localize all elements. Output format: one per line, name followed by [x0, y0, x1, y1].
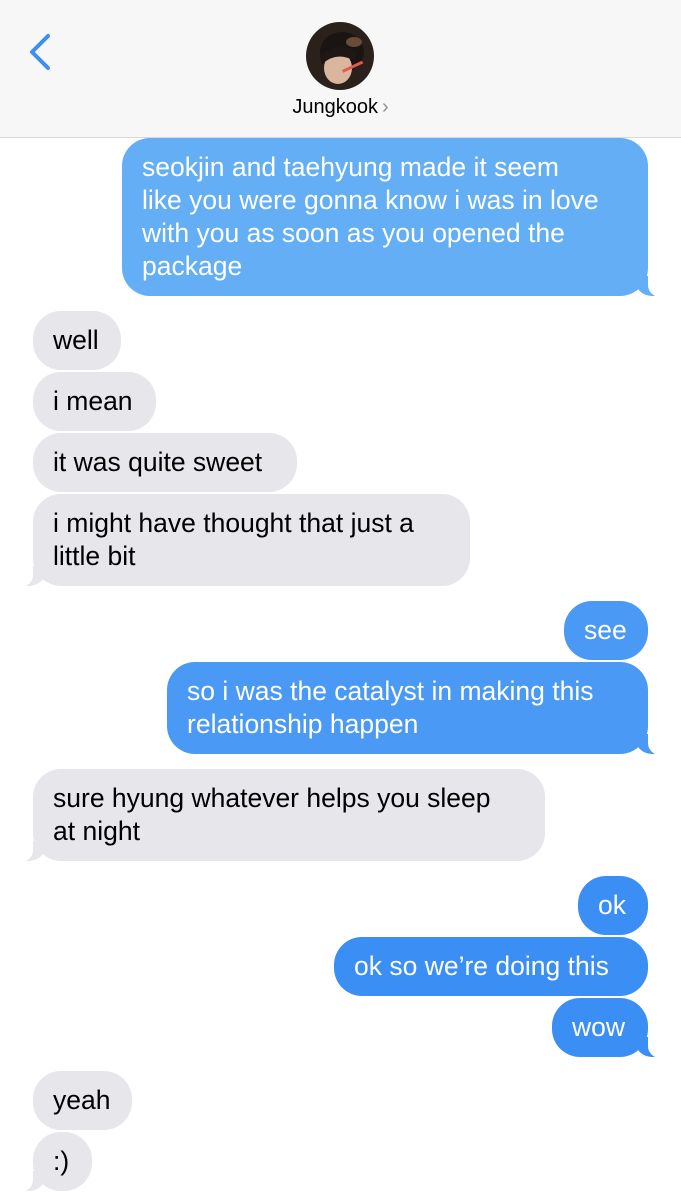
contact-name-button[interactable]: Jungkook › — [0, 96, 681, 119]
sent-message[interactable]: ok — [578, 876, 648, 935]
chevron-left-icon[interactable] — [22, 26, 62, 76]
sent-message[interactable]: wow — [552, 998, 668, 1058]
received-message[interactable]: i mean — [33, 372, 156, 431]
received-message[interactable]: i might have thought that just a little … — [13, 494, 470, 587]
received-message[interactable]: well — [33, 311, 121, 370]
sent-message[interactable]: see — [564, 601, 648, 660]
conversation-header: Jungkook › — [0, 0, 681, 138]
sent-message[interactable]: so i was the catalyst in making this rel… — [167, 662, 668, 755]
sent-message[interactable]: ok so we’re doing this — [334, 937, 648, 996]
received-message[interactable]: it was quite sweet — [33, 433, 297, 492]
received-message[interactable]: sure hyung whatever helps you sleep at n… — [13, 769, 545, 862]
avatar-photo — [306, 22, 374, 90]
received-message[interactable]: :) — [13, 1132, 92, 1192]
sent-message[interactable]: seokjin and taehyung made it seem like y… — [122, 138, 668, 297]
avatar[interactable] — [306, 22, 374, 90]
contact-name: Jungkook — [292, 96, 378, 118]
chevron-right-icon: › — [381, 96, 389, 118]
received-message[interactable]: yeah — [33, 1071, 132, 1130]
